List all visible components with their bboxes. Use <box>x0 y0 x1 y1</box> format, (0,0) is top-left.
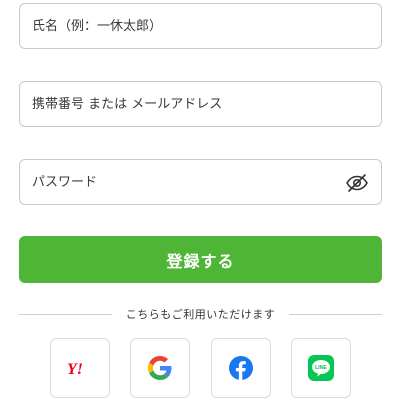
yahoo-icon: Y! <box>67 361 83 378</box>
facebook-login-button[interactable] <box>211 338 271 398</box>
google-login-button[interactable] <box>130 338 190 398</box>
contact-field[interactable] <box>19 81 382 127</box>
eye-off-icon[interactable] <box>345 171 369 195</box>
line-icon: LINE <box>308 355 334 381</box>
divider-line-right <box>289 313 382 315</box>
divider: こちらもご利用いただけます <box>19 304 382 324</box>
svg-text:LINE: LINE <box>315 365 327 371</box>
yahoo-login-button[interactable]: Y! <box>50 338 110 398</box>
signup-form: 登録する こちらもご利用いただけます Y! <box>0 0 400 400</box>
name-input[interactable] <box>20 4 381 48</box>
facebook-icon <box>229 356 253 380</box>
divider-text: こちらもご利用いただけます <box>125 308 276 321</box>
social-login-row: Y! LINE <box>0 338 400 400</box>
divider-line-left <box>19 313 112 315</box>
name-field[interactable] <box>19 3 382 49</box>
google-icon <box>148 356 172 380</box>
svg-text:Y!: Y! <box>67 361 83 378</box>
password-input[interactable] <box>20 160 381 204</box>
phone-or-email-input[interactable] <box>20 82 381 126</box>
line-login-button[interactable]: LINE <box>291 338 351 398</box>
password-field[interactable] <box>19 159 382 205</box>
register-button[interactable]: 登録する <box>19 236 382 283</box>
